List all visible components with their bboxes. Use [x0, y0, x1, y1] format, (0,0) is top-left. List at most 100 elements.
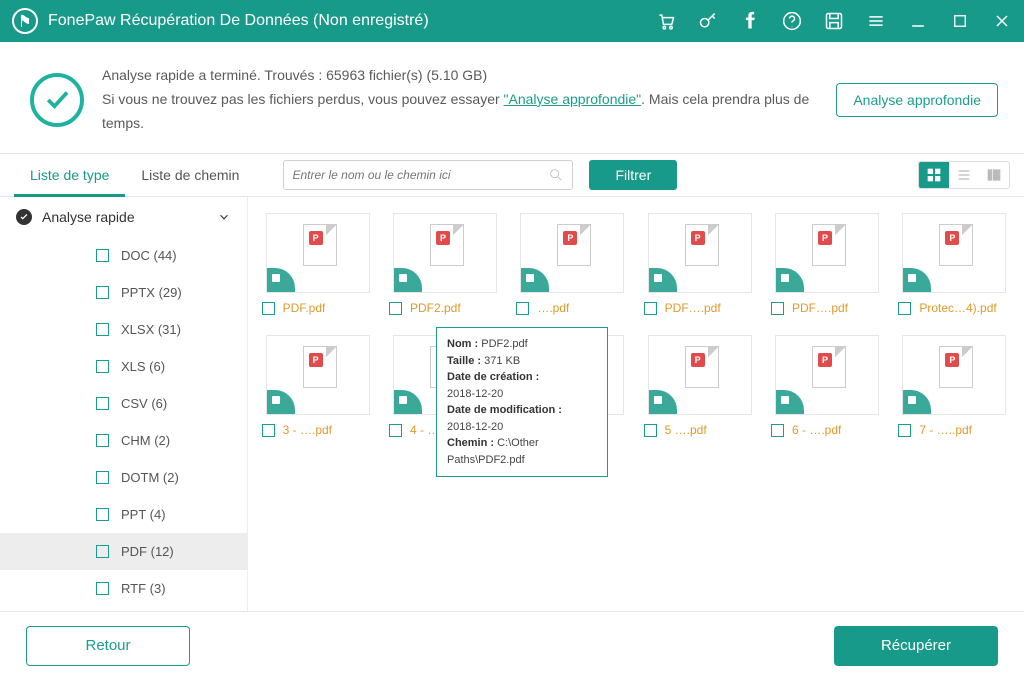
tree-item-label: CSV (6): [121, 396, 167, 411]
file-name: PDF….pdf: [665, 301, 721, 315]
corner-icon: [649, 268, 677, 292]
file-name: PDF….pdf: [792, 301, 848, 315]
file-checkbox[interactable]: [898, 424, 911, 437]
tree-item-label: XLS (6): [121, 359, 165, 374]
search-input[interactable]: [292, 168, 548, 182]
titlebar-icons: [656, 11, 1012, 31]
file-thumbnail[interactable]: P: [266, 335, 370, 415]
file-card[interactable]: P….pdf: [513, 213, 632, 315]
tree-item-label: CHM (2): [121, 433, 170, 448]
facebook-icon[interactable]: [740, 11, 760, 31]
file-card[interactable]: P6 - ….pdf: [767, 335, 886, 437]
file-checkbox[interactable]: [389, 424, 402, 437]
app-title: FonePaw Récupération De Données (Non enr…: [48, 12, 656, 30]
search-box[interactable]: [283, 160, 573, 190]
sidebar-item-csv[interactable]: CSV (6): [0, 385, 247, 422]
file-card[interactable]: P5 ….pdf: [640, 335, 759, 437]
file-card[interactable]: P PDF….pdf: [640, 213, 759, 315]
file-card[interactable]: P3 - ….pdf: [258, 335, 377, 437]
view-grid-icon[interactable]: [919, 162, 949, 188]
file-checkbox[interactable]: [771, 302, 784, 315]
checkbox[interactable]: [96, 582, 109, 595]
checkbox[interactable]: [96, 286, 109, 299]
deep-scan-button[interactable]: Analyse approfondie: [836, 83, 998, 117]
sidebar-item-ppt[interactable]: PPT (4): [0, 496, 247, 533]
pdf-badge-icon: P: [691, 231, 705, 245]
pdf-badge-icon: P: [818, 353, 832, 367]
file-thumbnail[interactable]: P: [902, 213, 1006, 293]
minimize-icon[interactable]: [908, 11, 928, 31]
filter-button[interactable]: Filtrer: [589, 160, 677, 190]
file-checkbox[interactable]: [262, 424, 275, 437]
checkmark-icon: [30, 73, 84, 127]
file-name: 7 - …..pdf: [919, 423, 972, 437]
back-button[interactable]: Retour: [26, 626, 190, 666]
tree-item-label: PPTX (29): [121, 285, 182, 300]
corner-icon: [267, 268, 295, 292]
key-icon[interactable]: [698, 11, 718, 31]
file-checkbox[interactable]: [516, 302, 529, 315]
checkbox[interactable]: [96, 360, 109, 373]
checkbox[interactable]: [96, 508, 109, 521]
sidebar-item-pptx[interactable]: PPTX (29): [0, 274, 247, 311]
pdf-badge-icon: P: [945, 353, 959, 367]
file-checkbox[interactable]: [644, 302, 657, 315]
save-icon[interactable]: [824, 11, 844, 31]
view-list-icon[interactable]: [949, 162, 979, 188]
pdf-badge-icon: P: [818, 231, 832, 245]
sidebar-item-doc[interactable]: DOC (44): [0, 237, 247, 274]
tab-type-list[interactable]: Liste de type: [14, 153, 125, 197]
file-thumbnail[interactable]: P: [775, 213, 879, 293]
sidebar-item-xls[interactable]: XLS (6): [0, 348, 247, 385]
pdf-badge-icon: P: [945, 231, 959, 245]
sidebar-item-rtf[interactable]: RTF (3): [0, 570, 247, 607]
checkbox[interactable]: [96, 397, 109, 410]
file-thumbnail[interactable]: P: [393, 213, 497, 293]
file-thumbnail[interactable]: P: [648, 335, 752, 415]
checkbox[interactable]: [96, 434, 109, 447]
sidebar-item-pdf[interactable]: PDF (12): [0, 533, 247, 570]
cart-icon[interactable]: [656, 11, 676, 31]
file-checkbox[interactable]: [389, 302, 402, 315]
checkbox[interactable]: [96, 249, 109, 262]
file-checkbox[interactable]: [644, 424, 657, 437]
close-icon[interactable]: [992, 11, 1012, 31]
corner-icon: [903, 268, 931, 292]
sidebar: Analyse rapide DOC (44) PPTX (29) XLSX (31…: [0, 197, 248, 611]
check-dot-icon: [16, 209, 32, 225]
file-thumbnail[interactable]: P: [902, 335, 1006, 415]
file-card[interactable]: P PDF….pdf: [767, 213, 886, 315]
help-icon[interactable]: [782, 11, 802, 31]
file-checkbox[interactable]: [898, 302, 911, 315]
menu-icon[interactable]: [866, 11, 886, 31]
file-checkbox[interactable]: [771, 424, 784, 437]
summary-line2: Si vous ne trouvez pas les fichiers perd…: [102, 88, 818, 136]
file-card[interactable]: PPDF2.pdf: [385, 213, 504, 315]
checkbox[interactable]: [96, 323, 109, 336]
file-thumbnail[interactable]: P: [520, 213, 624, 293]
file-card[interactable]: PPDF.pdf: [258, 213, 377, 315]
sidebar-item-chm[interactable]: CHM (2): [0, 422, 247, 459]
file-thumbnail[interactable]: P: [648, 213, 752, 293]
checkbox[interactable]: [96, 471, 109, 484]
pdf-badge-icon: P: [691, 353, 705, 367]
file-card[interactable]: P 7 - …..pdf: [895, 335, 1014, 437]
maximize-icon[interactable]: [950, 11, 970, 31]
view-detail-icon[interactable]: [979, 162, 1009, 188]
file-name: Protec…4).pdf: [919, 301, 996, 315]
corner-icon: [394, 268, 422, 292]
file-thumbnail[interactable]: P: [266, 213, 370, 293]
file-card[interactable]: P Protec…4).pdf: [895, 213, 1014, 315]
tab-path-list[interactable]: Liste de chemin: [125, 153, 255, 197]
deep-scan-link[interactable]: "Analyse approfondie": [504, 91, 642, 107]
corner-icon: [903, 390, 931, 414]
recover-button[interactable]: Récupérer: [834, 626, 998, 666]
corner-icon: [776, 390, 804, 414]
checkbox[interactable]: [96, 545, 109, 558]
sidebar-item-dotm[interactable]: DOTM (2): [0, 459, 247, 496]
file-checkbox[interactable]: [262, 302, 275, 315]
sidebar-item-xlsx[interactable]: XLSX (31): [0, 311, 247, 348]
sidebar-group-quickscan[interactable]: Analyse rapide: [0, 197, 247, 237]
toolbar: Liste de type Liste de chemin Filtrer: [0, 153, 1024, 197]
file-thumbnail[interactable]: P: [775, 335, 879, 415]
